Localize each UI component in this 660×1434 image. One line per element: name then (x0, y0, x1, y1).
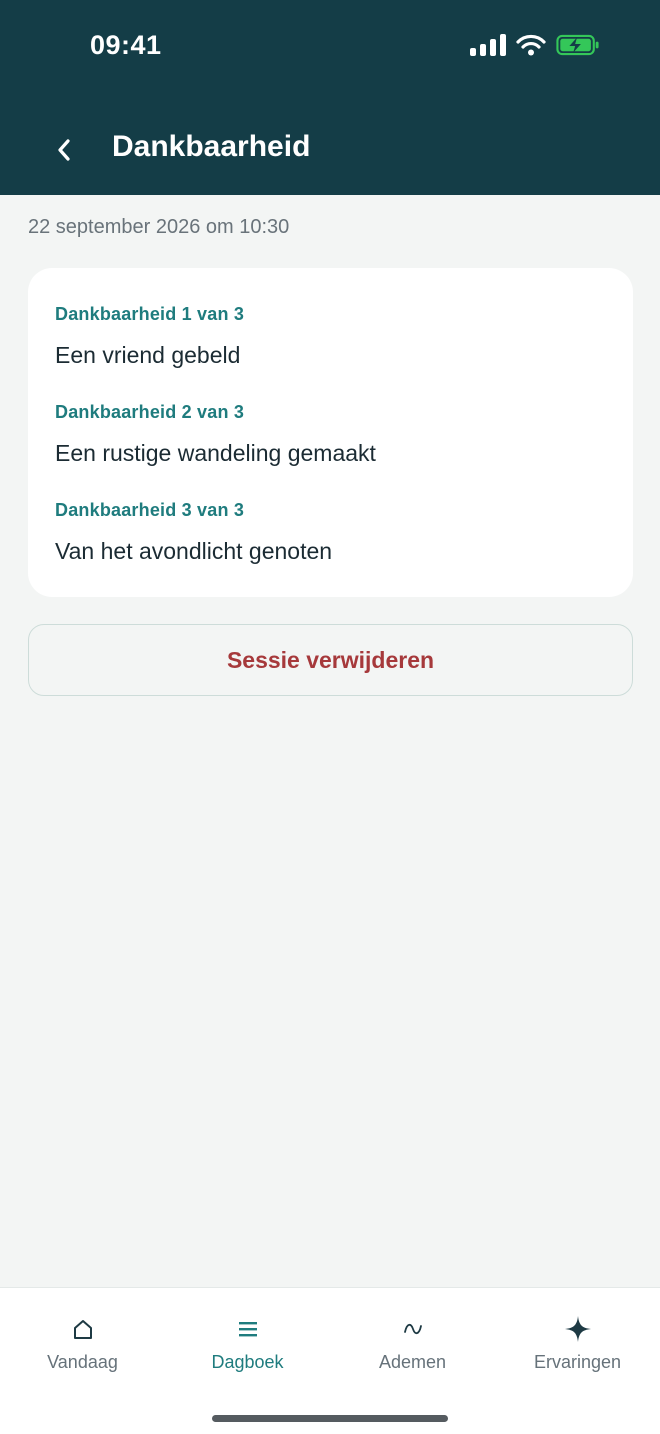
entry-label: Dankbaarheid 3 van 3 (55, 500, 245, 520)
battery-charging-icon (556, 34, 599, 56)
page-title: Dankbaarheid (112, 130, 311, 163)
gratitude-entry: Dankbaarheid 3 van 3 Van het avondlicht … (55, 499, 606, 567)
tab-dagboek[interactable]: Dagboek (165, 1314, 330, 1384)
home-indicator (212, 1415, 448, 1422)
delete-session-button[interactable]: Sessie verwijderen (28, 624, 633, 696)
tab-label: Dagboek (211, 1352, 284, 1372)
status-icons (470, 34, 600, 56)
back-button[interactable] (44, 126, 84, 174)
tab-label: Ademen (378, 1352, 447, 1372)
gratitude-entry: Dankbaarheid 1 van 3 Een vriend gebeld (55, 303, 606, 371)
wave-icon (403, 1323, 422, 1335)
tab-label: Ervaringen (533, 1352, 622, 1372)
entry-label: Dankbaarheid 2 van 3 (55, 402, 245, 422)
navigation-bar: Dankbaarheid (0, 118, 660, 178)
app-header: 09:41 Dankbaarheid (0, 0, 660, 195)
tab-label: Vandaag (47, 1352, 118, 1372)
entry-text: Een vriend gebeld (55, 342, 241, 368)
status-time: 09:41 (90, 30, 162, 60)
gratitude-entry: Dankbaarheid 2 van 3 Een rustige wandeli… (55, 401, 606, 469)
session-timestamp: 22 september 2026 om 10:30 (28, 216, 290, 238)
bottom-tab-bar: Vandaag Dagboek Ademen Ervaringen (0, 1287, 660, 1434)
chevron-left-icon (58, 139, 70, 161)
wifi-icon (516, 34, 546, 56)
list-icon (238, 1322, 257, 1337)
tab-vandaag[interactable]: Vandaag (0, 1314, 165, 1384)
entry-text: Van het avondlicht genoten (55, 538, 333, 564)
sparkle-icon (564, 1316, 591, 1342)
entry-label: Dankbaarheid 1 van 3 (55, 304, 245, 324)
tab-ademen[interactable]: Ademen (330, 1314, 495, 1384)
entry-text: Een rustige wandeling gemaakt (55, 440, 376, 466)
tab-ervaringen[interactable]: Ervaringen (495, 1314, 660, 1384)
gratitude-entries-card: Dankbaarheid 1 van 3 Een vriend gebeld D… (28, 268, 633, 597)
app-screen: 09:41 Dankbaarheid 22 september 2026 om … (0, 0, 660, 1434)
cellular-signal-icon (470, 34, 506, 56)
home-icon (73, 1320, 92, 1339)
